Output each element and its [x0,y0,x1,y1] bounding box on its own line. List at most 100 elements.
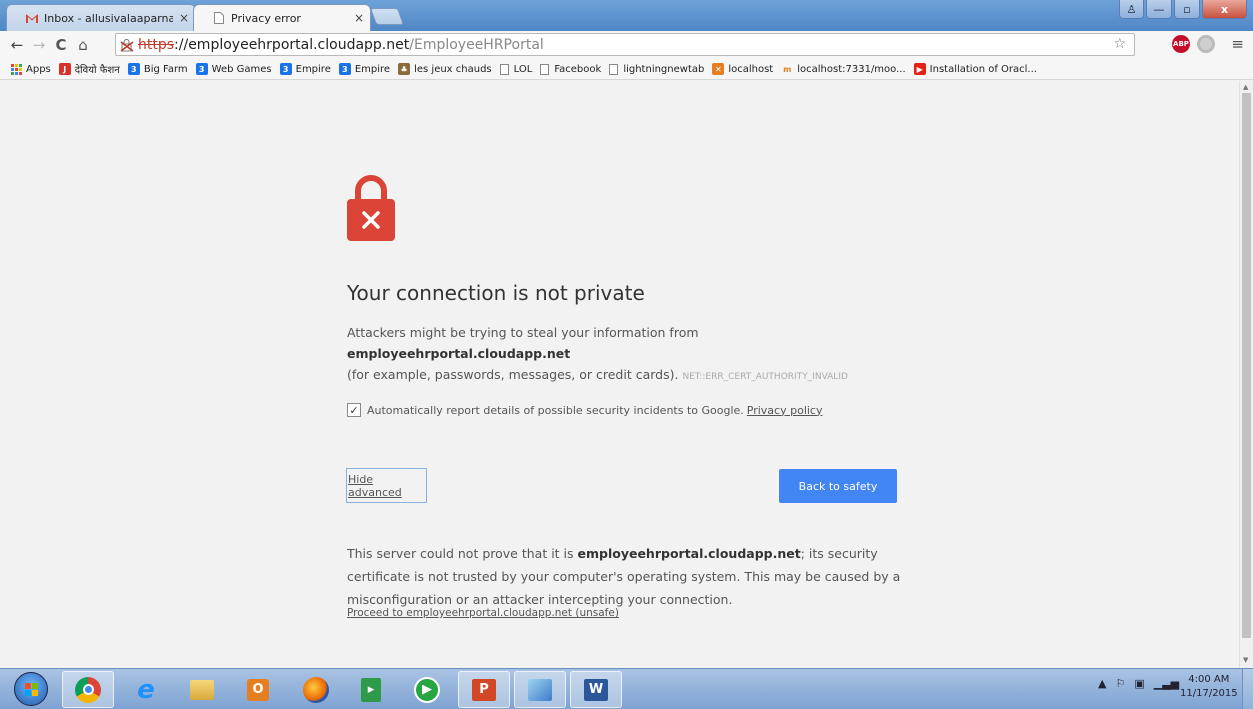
close-icon[interactable]: × [348,11,370,25]
error-text: (for example, passwords, messages, or cr… [347,367,679,382]
error-text: Attackers might be trying to steal your … [347,325,699,340]
taskbar-powerpoint[interactable]: P [458,671,510,708]
host-name: employeehrportal.cloudapp.net [347,346,571,361]
taskbar-outlook[interactable]: O [232,671,284,708]
report-option: ✓ Automatically report details of possib… [347,403,823,417]
camtasia-icon: ▸ [361,677,381,702]
person-icon: ♣ [398,63,411,75]
bookmark-localhost-moodle[interactable]: m localhost:7331/moo... [781,63,906,75]
user-icon[interactable]: ♙ [1119,0,1144,19]
bookmark-label: देवियो फैशन [74,65,120,76]
apps-icon [11,63,22,75]
bookmark-empire[interactable]: 3 Empire [279,63,331,75]
bookmark-star-icon[interactable]: ☆ [1113,36,1126,52]
file-explorer-icon [190,679,214,700]
bookmark-web-games[interactable]: 3 Web Games [195,63,272,75]
fashion-icon: J [58,63,71,75]
scroll-down-icon[interactable]: ▼ [1243,656,1248,664]
bookmark-lol[interactable]: LOL [499,63,532,75]
bookmark-facebook[interactable]: Facebook [540,63,602,75]
page-icon [499,63,509,75]
game-icon: 3 [195,63,208,75]
browser-toolbar: ← → C ⌂ https://employeehrportal.cloudap… [0,31,1253,59]
address-bar[interactable]: https://employeehrportal.cloudapp.net/Em… [115,33,1135,56]
moodle-icon: m [783,64,792,74]
minimize-button[interactable]: — [1146,0,1172,19]
bookmark-empire-2[interactable]: 3 Empire [338,63,391,75]
error-code: NET::ERR_CERT_AUTHORITY_INVALID [682,372,848,382]
back-button[interactable]: ← [6,34,28,56]
bookmark-label: Facebook [554,63,602,75]
new-tab-button[interactable] [369,8,405,25]
clock-time: 4:00 AM [1188,674,1230,685]
powerpoint-icon: P [472,678,496,701]
tab-privacy-error[interactable]: Privacy error × [193,4,371,31]
game-icon: 3 [279,63,292,75]
virtual-pc-icon [528,678,552,701]
bookmark-label: Empire [354,63,391,75]
window-controls: ♙ — ▫ x [1119,0,1247,19]
taskbar-file-explorer[interactable] [176,671,228,708]
scroll-up-icon[interactable]: ▲ [1243,83,1248,91]
bookmark-label: Empire [295,63,331,75]
menu-icon[interactable]: ≡ [1231,35,1244,53]
bookmark-label: Big Farm [143,63,188,75]
show-hidden-icons-icon[interactable]: ▲ [1098,677,1106,690]
system-tray: ▲ ⚐ ▣ ▁▃▅ [1098,677,1179,690]
network-icon[interactable]: ▣ [1134,677,1144,690]
bookmark-label: Apps [26,63,51,75]
start-button[interactable] [14,672,48,706]
bookmark-fashion[interactable]: J देवियो फैशन [58,62,120,76]
hide-advanced-button[interactable]: Hide advanced [346,468,427,503]
action-center-flag-icon[interactable]: ⚐ [1115,677,1125,690]
insecure-lock-icon[interactable] [120,38,134,52]
url-host: ://employeehrportal.cloudapp.net [174,36,410,53]
close-window-button[interactable]: x [1202,0,1247,19]
url-path: /EmployeeHRPortal [409,36,544,53]
bookmark-label: les jeux chauds [414,63,492,75]
windows-logo-icon [25,683,38,696]
taskbar-virtual-pc[interactable] [514,671,566,708]
proceed-unsafe-link[interactable]: Proceed to employeehrportal.cloudapp.net… [347,607,619,619]
host-name: employeehrportal.cloudapp.net [577,546,801,561]
home-button[interactable]: ⌂ [72,34,94,56]
taskbar-word[interactable]: W [570,671,622,708]
details-text: This server could not prove that it is [347,546,578,561]
bookmark-localhost[interactable]: ✕ localhost [712,63,773,75]
gmail-icon [25,11,39,25]
taskbar-chrome[interactable] [62,671,114,708]
bookmark-label: Installation of Oracl... [929,63,1037,75]
bookmark-big-farm[interactable]: 3 Big Farm [127,63,188,75]
youtube-icon: ▶ [913,63,926,75]
reload-button[interactable]: C [50,34,72,56]
scrollbar-thumb[interactable] [1242,93,1251,638]
signal-strength-icon[interactable]: ▁▃▅ [1154,677,1179,690]
back-to-safety-button[interactable]: Back to safety [779,469,897,503]
bookmark-apps[interactable]: Apps [11,63,51,75]
bookmark-label: lightningnewtab [623,63,705,75]
show-desktop-button[interactable] [1242,669,1253,709]
bookmark-lightningnewtab[interactable]: lightningnewtab [609,63,705,75]
report-checkbox[interactable]: ✓ [347,403,361,417]
system-clock[interactable]: 4:00 AM 11/17/2015 [1180,673,1238,701]
page-icon [609,63,619,75]
close-icon[interactable]: × [173,11,195,25]
tab-inbox[interactable]: Inbox - allusivalaaparna@ × [6,4,196,31]
taskbar-camtasia[interactable]: ▸ [345,671,397,708]
adblock-plus-icon[interactable]: ABP [1172,35,1190,53]
internet-explorer-icon: e [137,674,155,705]
word-icon: W [584,678,608,701]
report-label: Automatically report details of possible… [367,403,744,417]
page-title: Your connection is not private [347,281,645,305]
privacy-policy-link[interactable]: Privacy policy [747,404,823,417]
taskbar-firefox[interactable] [290,671,342,708]
forward-button[interactable]: → [28,34,50,56]
scrollbar[interactable]: ▲ ▼ [1239,81,1253,668]
taskbar-internet-explorer[interactable]: e [120,671,172,708]
taskbar-media-player[interactable]: ▶ [401,671,453,708]
extension-icon[interactable] [1197,35,1215,53]
maximize-button[interactable]: ▫ [1174,0,1200,19]
bookmark-oracle-installation[interactable]: ▶ Installation of Oracl... [913,63,1037,75]
bookmark-les-jeux-chauds[interactable]: ♣ les jeux chauds [398,63,492,75]
taskbar: e O ▸ ▶ P W ▲ ⚐ ▣ ▁▃▅ 4:00 AM 11/17/2015 [0,668,1253,709]
